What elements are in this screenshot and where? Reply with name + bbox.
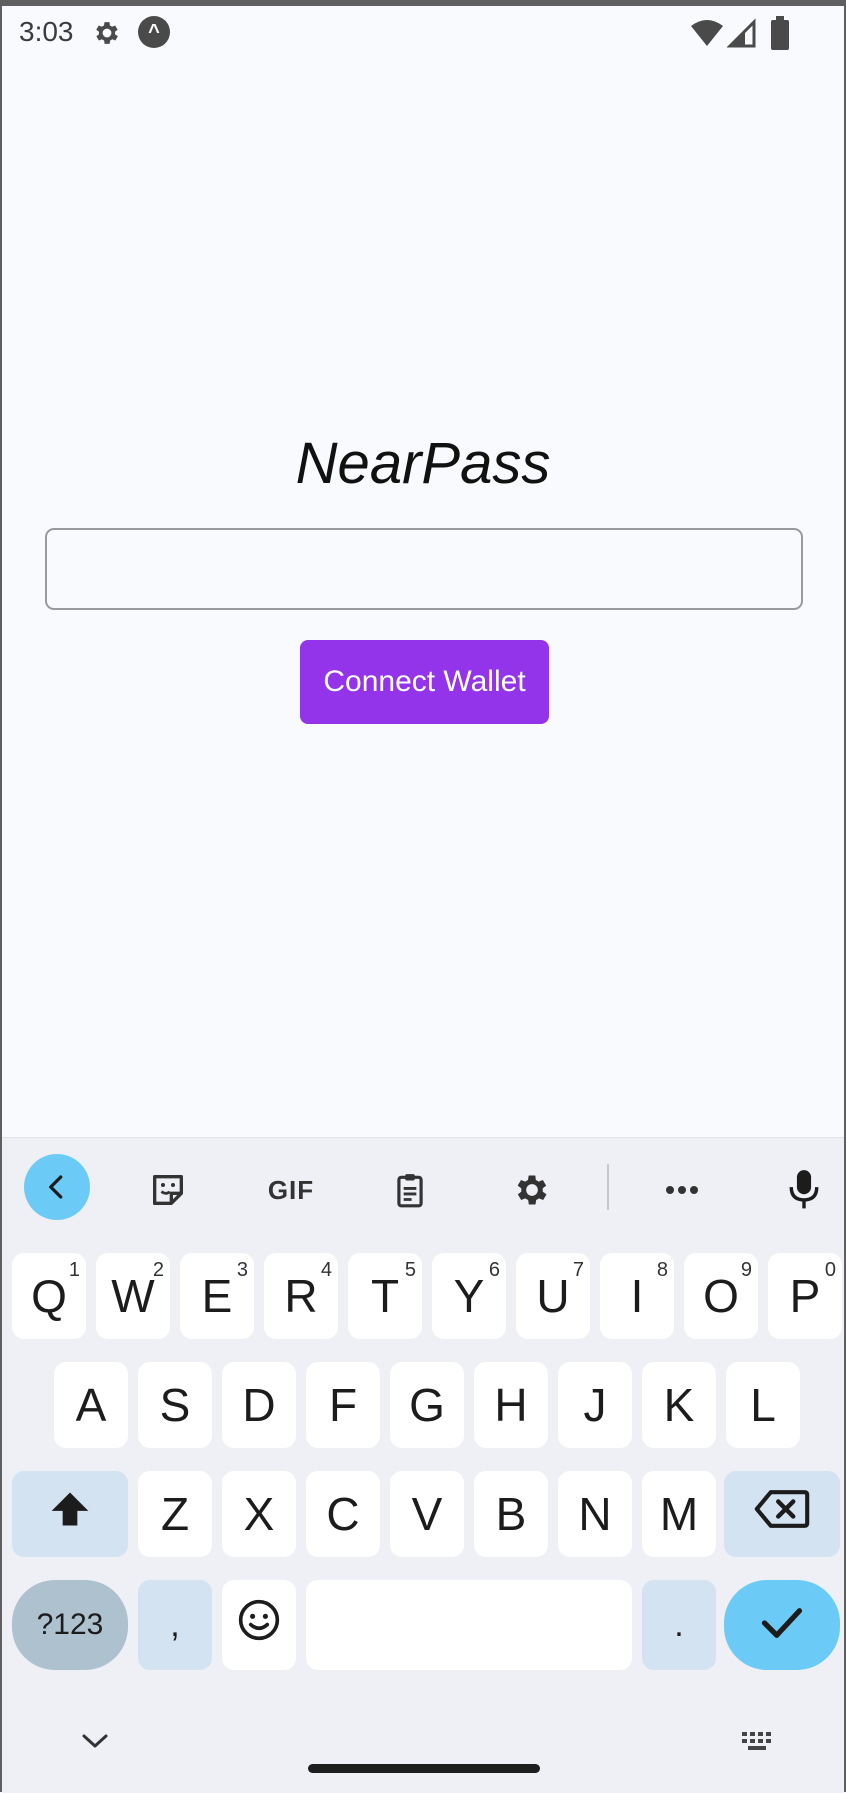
backspace-icon (754, 1487, 810, 1541)
key-hint: 3 (236, 1259, 248, 1281)
key-p[interactable]: P0 (768, 1253, 842, 1339)
key-t[interactable]: T5 (348, 1253, 422, 1339)
key-label: O (703, 1270, 739, 1322)
key-hint: 6 (488, 1259, 500, 1281)
key-hint: 5 (404, 1259, 416, 1281)
key-label: Q (31, 1270, 67, 1322)
status-bar: 3:03 ^ (0, 6, 846, 58)
key-h[interactable]: H (474, 1362, 548, 1448)
soft-keyboard: GIF Q1 W2 E3 R4 T5 Y6 U7 I8 O9 P0 A S D … (2, 1137, 844, 1793)
wifi-icon (690, 18, 724, 53)
key-q[interactable]: Q1 (12, 1253, 86, 1339)
key-r[interactable]: R4 (264, 1253, 338, 1339)
key-w[interactable]: W2 (96, 1253, 170, 1339)
wallet-input[interactable] (45, 528, 803, 610)
key-g[interactable]: G (390, 1362, 464, 1448)
shift-key[interactable] (12, 1471, 128, 1557)
key-hint: 0 (824, 1259, 836, 1281)
key-hint: 7 (572, 1259, 584, 1281)
settings-icon (92, 18, 122, 53)
hide-keyboard-chevron-down-icon[interactable] (78, 1730, 112, 1757)
period-key[interactable]: . (642, 1580, 716, 1670)
key-c[interactable]: C (306, 1471, 380, 1557)
key-label: Y (453, 1270, 485, 1322)
key-n[interactable]: N (558, 1471, 632, 1557)
key-hint: 9 (740, 1259, 752, 1281)
enter-key[interactable] (724, 1580, 840, 1670)
keyboard-settings-icon[interactable] (502, 1160, 562, 1220)
keyboard-switcher-icon[interactable] (740, 1728, 776, 1761)
key-f[interactable]: F (306, 1362, 380, 1448)
check-icon (761, 1598, 803, 1652)
key-j[interactable]: J (558, 1362, 632, 1448)
key-z[interactable]: Z (138, 1471, 212, 1557)
shift-icon (47, 1487, 93, 1542)
key-label: R (284, 1270, 318, 1322)
backspace-key[interactable] (724, 1471, 840, 1557)
key-label: U (536, 1270, 570, 1322)
key-label: T (370, 1270, 400, 1322)
key-label: E (201, 1270, 233, 1322)
emoji-icon (237, 1598, 281, 1653)
clipboard-icon[interactable] (380, 1160, 440, 1220)
key-label: W (111, 1270, 155, 1322)
status-time: 3:03 (19, 16, 74, 47)
key-o[interactable]: O9 (684, 1253, 758, 1339)
key-a[interactable]: A (54, 1362, 128, 1448)
key-l[interactable]: L (726, 1362, 800, 1448)
comma-key[interactable]: , (138, 1580, 212, 1670)
key-hint: 4 (320, 1259, 332, 1281)
key-d[interactable]: D (222, 1362, 296, 1448)
key-hint: 2 (152, 1259, 164, 1281)
signal-icon (726, 18, 757, 53)
key-label: I (630, 1270, 644, 1322)
key-x[interactable]: X (222, 1471, 296, 1557)
key-label: P (789, 1270, 821, 1322)
key-y[interactable]: Y6 (432, 1253, 506, 1339)
key-hint: 8 (656, 1259, 668, 1281)
key-hint: 1 (68, 1259, 80, 1281)
back-icon[interactable] (24, 1154, 90, 1220)
mic-icon[interactable] (774, 1160, 834, 1220)
key-u[interactable]: U7 (516, 1253, 590, 1339)
symbols-key[interactable]: ?123 (12, 1580, 128, 1670)
app-notification-icon: ^ (138, 16, 170, 48)
battery-icon (770, 16, 790, 55)
key-i[interactable]: I8 (600, 1253, 674, 1339)
gif-button[interactable]: GIF (258, 1160, 324, 1220)
home-indicator[interactable] (308, 1764, 540, 1773)
sticker-icon[interactable] (138, 1160, 198, 1220)
emoji-key[interactable] (222, 1580, 296, 1670)
more-icon[interactable] (652, 1160, 712, 1220)
toolbar-divider (607, 1164, 609, 1210)
space-key[interactable] (306, 1580, 632, 1670)
key-s[interactable]: S (138, 1362, 212, 1448)
connect-wallet-button[interactable]: Connect Wallet (300, 640, 549, 724)
key-v[interactable]: V (390, 1471, 464, 1557)
key-k[interactable]: K (642, 1362, 716, 1448)
key-b[interactable]: B (474, 1471, 548, 1557)
key-m[interactable]: M (642, 1471, 716, 1557)
key-e[interactable]: E3 (180, 1253, 254, 1339)
app-title: NearPass (295, 431, 551, 496)
